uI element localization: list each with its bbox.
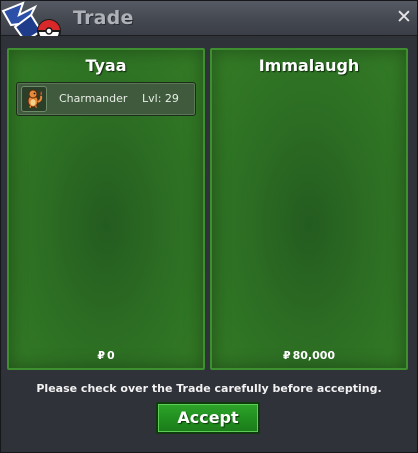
left-money: ₽0 bbox=[9, 349, 203, 362]
left-trade-panel: Tyaa Charmander Lvl: 29 ₽ 0 bbox=[7, 48, 205, 370]
close-button[interactable]: ✕ bbox=[395, 7, 413, 27]
right-player-name: Immalaugh bbox=[258, 56, 360, 75]
title-bar[interactable]: Trade ✕ bbox=[1, 1, 417, 43]
right-money: ₽80,000 bbox=[212, 349, 406, 362]
trade-body: Tyaa Charmander Lvl: 29 ₽ 0 Immalaugh ₽ … bbox=[2, 36, 416, 452]
close-icon: ✕ bbox=[396, 6, 412, 28]
item-level: Lvl: 29 bbox=[142, 92, 179, 105]
left-money-value: 0 bbox=[107, 349, 115, 362]
window-title: Trade bbox=[73, 7, 134, 29]
item-name: Charmander bbox=[59, 92, 128, 105]
right-trade-panel: Immalaugh ₽80,000 bbox=[210, 48, 408, 370]
accept-button[interactable]: Accept bbox=[156, 402, 260, 434]
right-money-value: 80,000 bbox=[292, 349, 336, 362]
charmander-icon bbox=[21, 86, 47, 112]
trade-notice: Please check over the Trade carefully be… bbox=[36, 382, 382, 395]
trade-window: Trade ✕ Tyaa Charmander Lvl: 29 ₽ 0 Imma… bbox=[0, 0, 418, 453]
left-player-name: Tyaa bbox=[85, 56, 127, 75]
currency-symbol: ₽ bbox=[282, 349, 291, 362]
currency-symbol: ₽ bbox=[97, 349, 105, 362]
trade-item-slot[interactable]: Charmander Lvl: 29 bbox=[16, 82, 196, 116]
